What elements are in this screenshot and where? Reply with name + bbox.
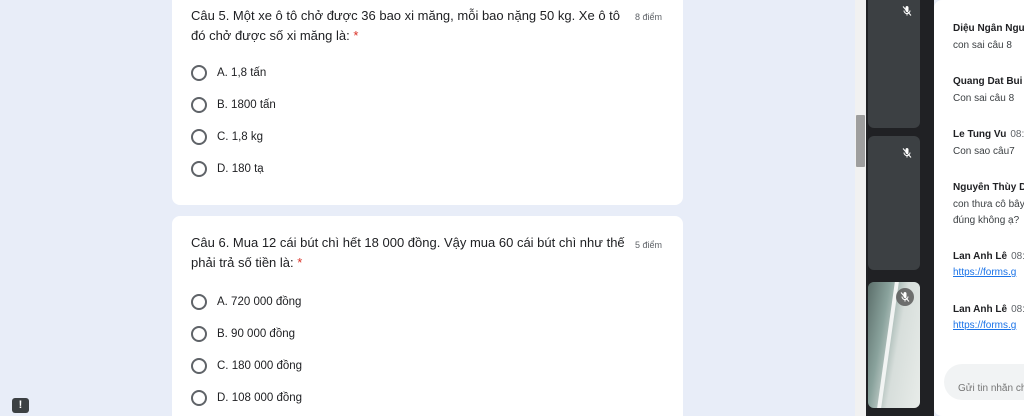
participant-tile-camera[interactable] [868, 282, 920, 408]
feedback-button[interactable]: ! [12, 398, 29, 413]
participant-video-column [866, 0, 934, 416]
required-mark: * [353, 28, 359, 43]
answer-option[interactable]: A. 720 000 đồng [191, 292, 301, 312]
required-mark: * [297, 255, 303, 270]
question-points: 8 điểm [635, 12, 663, 22]
chat-message: Le Tung Vu 08: Con sao câu7 [953, 129, 1024, 160]
chat-message-input[interactable] [944, 364, 1024, 400]
exclamation-icon: ! [18, 399, 23, 411]
message-text: đúng không ạ? [953, 215, 1020, 226]
option-label: A. 720 000 đồng [217, 296, 302, 308]
question-title: Câu 5. Một xe ô tô chở được 36 bao xi mă… [191, 8, 620, 43]
answer-option[interactable]: C. 1,8 kg [191, 127, 263, 147]
question-points: 5 điểm [635, 240, 663, 250]
radio-button[interactable] [191, 326, 207, 342]
option-label: D. 108 000 đồng [217, 392, 303, 404]
option-label: B. 1800 tấn [217, 99, 276, 111]
question-card-6: Câu 6. Mua 12 cái bút chì hết 18 000 đồn… [172, 216, 683, 416]
message-sender: Lan Anh Lê 08: [953, 304, 1024, 315]
radio-button[interactable] [191, 129, 207, 145]
radio-button[interactable] [191, 358, 207, 374]
chat-message: Quang Dat Bui Con sai câu 8 [953, 76, 1024, 107]
message-text: Con sao câu7 [953, 146, 1015, 157]
message-sender: Le Tung Vu 08: [953, 129, 1024, 140]
answer-option[interactable]: C. 180 000 đồng [191, 356, 302, 376]
answer-option[interactable]: A. 1,8 tấn [191, 63, 266, 83]
option-label: C. 1,8 kg [217, 131, 264, 143]
chat-panel: Diệu Ngân Ngu con sai câu 8 Quang Dat Bu… [934, 0, 1024, 416]
form-area: Câu 5. Một xe ô tô chở được 36 bao xi mă… [0, 0, 855, 416]
message-sender: Nguyễn Thùy D [953, 182, 1024, 193]
chat-message: Diệu Ngân Ngu con sai câu 8 [953, 23, 1024, 54]
message-sender: Quang Dat Bui [953, 76, 1023, 87]
message-text: con thưa cô bây [953, 199, 1024, 210]
chat-message: Nguyễn Thùy D con thưa cô bây đúng không… [953, 182, 1024, 229]
message-text: Con sai câu 8 [953, 93, 1015, 104]
answer-option[interactable]: B. 90 000 đồng [191, 324, 295, 344]
chat-message: Lan Anh Lê 08: https://forms.g [953, 251, 1024, 278]
message-link[interactable]: https://forms.g [953, 320, 1024, 331]
radio-button[interactable] [191, 65, 207, 81]
option-label: B. 90 000 đồng [217, 328, 296, 340]
mic-off-icon [896, 288, 914, 306]
radio-button[interactable] [191, 294, 207, 310]
option-label: D. 180 tạ [217, 163, 264, 175]
message-sender: Lan Anh Lê 08: [953, 251, 1024, 262]
scrollbar-thumb[interactable] [856, 115, 865, 167]
option-label: A. 1,8 tấn [217, 67, 267, 79]
scrollbar-track[interactable] [855, 0, 866, 416]
participant-tile[interactable] [868, 0, 920, 128]
message-link[interactable]: https://forms.g [953, 267, 1024, 278]
radio-button[interactable] [191, 161, 207, 177]
participant-tile[interactable] [868, 136, 920, 270]
question-title: Câu 6. Mua 12 cái bút chì hết 18 000 đồn… [191, 235, 625, 270]
mic-off-icon [898, 144, 916, 162]
radio-button[interactable] [191, 97, 207, 113]
message-sender: Diệu Ngân Ngu [953, 23, 1024, 34]
mic-off-icon [898, 2, 916, 20]
answer-option[interactable]: D. 180 tạ [191, 159, 264, 179]
question-card-5: Câu 5. Một xe ô tô chở được 36 bao xi mă… [172, 0, 683, 205]
chat-message: Lan Anh Lê 08: https://forms.g [953, 304, 1024, 331]
answer-option[interactable]: B. 1800 tấn [191, 95, 276, 115]
answer-option[interactable]: D. 108 000 đồng [191, 388, 302, 408]
message-text: con sai câu 8 [953, 40, 1012, 51]
option-label: C. 180 000 đồng [217, 360, 303, 372]
radio-button[interactable] [191, 390, 207, 406]
